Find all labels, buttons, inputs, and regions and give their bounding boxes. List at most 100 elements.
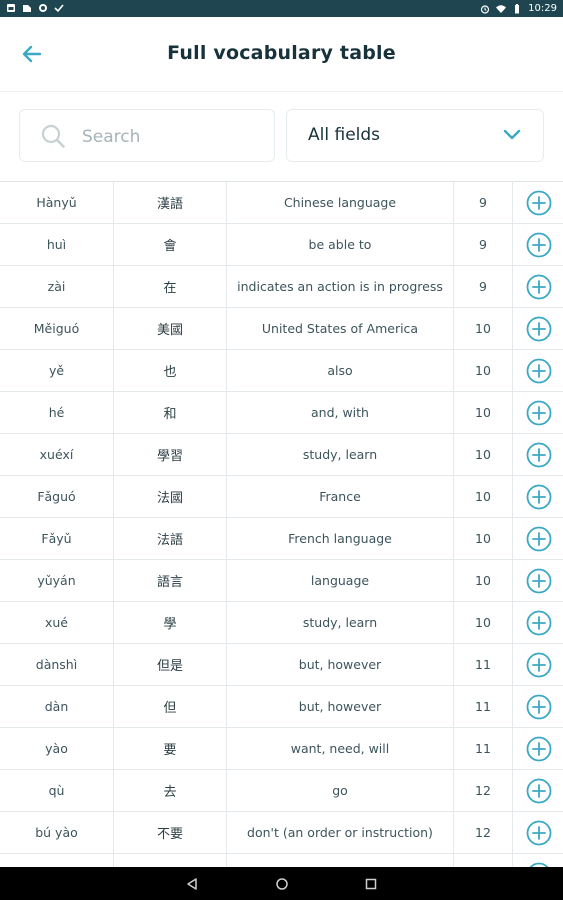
plus-circle-icon[interactable]	[526, 190, 552, 216]
hanzi-cell: 語言	[113, 559, 227, 602]
english-cell: language	[226, 559, 454, 602]
hanzi-cell: 去	[113, 769, 227, 812]
table-row: Hànyǔ 漢語 Chinese language 9	[0, 181, 563, 224]
hanzi-cell: 學習	[113, 433, 227, 476]
plus-circle-icon[interactable]	[526, 232, 552, 258]
hanzi-cell: 漢語	[113, 181, 227, 224]
table-row: Měiguó 美國 United States of America 10	[0, 307, 563, 350]
add-cell	[512, 475, 563, 518]
add-cell	[512, 559, 563, 602]
table-row: yǔyán 語言 language 10	[0, 559, 563, 602]
plus-circle-icon[interactable]	[526, 526, 552, 552]
table-row: qù 去 go 12	[0, 769, 563, 812]
plus-circle-icon[interactable]	[526, 736, 552, 762]
plus-circle-icon[interactable]	[526, 778, 552, 804]
add-cell	[512, 643, 563, 686]
table-row: bú yào 不要 don't (an order or instruction) 1…	[0, 811, 563, 854]
search-input[interactable]	[80, 122, 264, 152]
alarm-icon	[481, 4, 490, 14]
field-filter-dropdown[interactable]: All fields	[286, 109, 544, 162]
add-cell	[512, 769, 563, 812]
lesson-cell: 12	[453, 811, 513, 854]
nav-recents-icon[interactable]	[365, 878, 377, 890]
header-divider	[0, 91, 563, 92]
add-cell	[512, 265, 563, 308]
notification-icons	[6, 3, 64, 13]
lesson-cell	[453, 853, 513, 867]
english-cell	[226, 853, 454, 867]
english-cell: don't (an order or instruction)	[226, 811, 454, 854]
add-cell	[512, 685, 563, 728]
notification-icon	[39, 4, 47, 12]
notification-icon	[7, 4, 15, 12]
english-cell: indicates an action is in progress	[226, 265, 454, 308]
notification-icon	[23, 5, 31, 12]
pinyin-cell: dàn	[0, 685, 114, 728]
lesson-cell: 10	[453, 559, 513, 602]
plus-circle-icon[interactable]	[526, 316, 552, 342]
status-bar: 10:29	[0, 0, 563, 17]
plus-circle-icon[interactable]	[526, 274, 552, 300]
lesson-cell: 11	[453, 727, 513, 770]
plus-circle-icon[interactable]	[526, 694, 552, 720]
hanzi-cell: 但	[113, 685, 227, 728]
chevron-down-icon	[503, 129, 521, 140]
add-cell	[512, 307, 563, 350]
hanzi-cell: 要	[113, 727, 227, 770]
english-cell: be able to	[226, 223, 454, 266]
english-cell: want, need, will	[226, 727, 454, 770]
english-cell: Chinese language	[226, 181, 454, 224]
filter-selected-value: All fields	[308, 125, 381, 145]
nav-home-icon[interactable]	[275, 877, 289, 891]
english-cell: study, learn	[226, 601, 454, 644]
plus-circle-icon[interactable]	[526, 820, 552, 846]
add-cell	[512, 391, 563, 434]
table-row: zài 在 indicates an action is in progress 9	[0, 265, 563, 308]
add-cell	[512, 727, 563, 770]
hanzi-cell: 在	[113, 265, 227, 308]
plus-circle-icon[interactable]	[526, 652, 552, 678]
plus-circle-icon[interactable]	[526, 568, 552, 594]
hanzi-cell: 不要	[113, 811, 227, 854]
add-cell	[512, 349, 563, 392]
plus-circle-icon[interactable]	[526, 610, 552, 636]
nav-back-icon[interactable]	[185, 877, 199, 891]
pinyin-cell: Měiguó	[0, 307, 114, 350]
pinyin-cell: bú yào	[0, 811, 114, 854]
english-cell: study, learn	[226, 433, 454, 476]
add-cell	[512, 517, 563, 560]
add-cell	[512, 223, 563, 266]
plus-circle-icon[interactable]	[526, 442, 552, 468]
table-row: Fǎyǔ 法語 French language 10	[0, 517, 563, 560]
add-cell	[512, 853, 563, 867]
hanzi-cell: 會	[113, 223, 227, 266]
plus-circle-icon[interactable]	[526, 484, 552, 510]
add-cell	[512, 181, 563, 224]
pinyin-cell: yào	[0, 727, 114, 770]
pinyin-cell: qù	[0, 769, 114, 812]
lesson-cell: 10	[453, 349, 513, 392]
hanzi-cell: 法語	[113, 517, 227, 560]
pinyin-cell: dànshì	[0, 643, 114, 686]
battery-icon	[515, 3, 520, 13]
english-cell: also	[226, 349, 454, 392]
table-row: dàn 但 but, however 11	[0, 685, 563, 728]
add-cell	[512, 601, 563, 644]
plus-circle-icon[interactable]	[526, 400, 552, 426]
hanzi-cell: 美國	[113, 307, 227, 350]
pinyin-cell	[0, 853, 114, 867]
plus-circle-icon[interactable]	[526, 358, 552, 384]
table-row: huì 會 be able to 9	[0, 223, 563, 266]
pinyin-cell: yě	[0, 349, 114, 392]
pinyin-cell: xué	[0, 601, 114, 644]
table-row	[0, 853, 563, 867]
lesson-cell: 11	[453, 685, 513, 728]
table-row: yào 要 want, need, will 11	[0, 727, 563, 770]
search-box[interactable]	[19, 109, 275, 162]
pinyin-cell: Hànyǔ	[0, 181, 114, 224]
page-title: Full vocabulary table	[167, 42, 396, 64]
system-icons: 10:29	[480, 2, 557, 15]
app-header: Full vocabulary table	[0, 17, 563, 91]
lesson-cell: 9	[453, 223, 513, 266]
pinyin-cell: yǔyán	[0, 559, 114, 602]
